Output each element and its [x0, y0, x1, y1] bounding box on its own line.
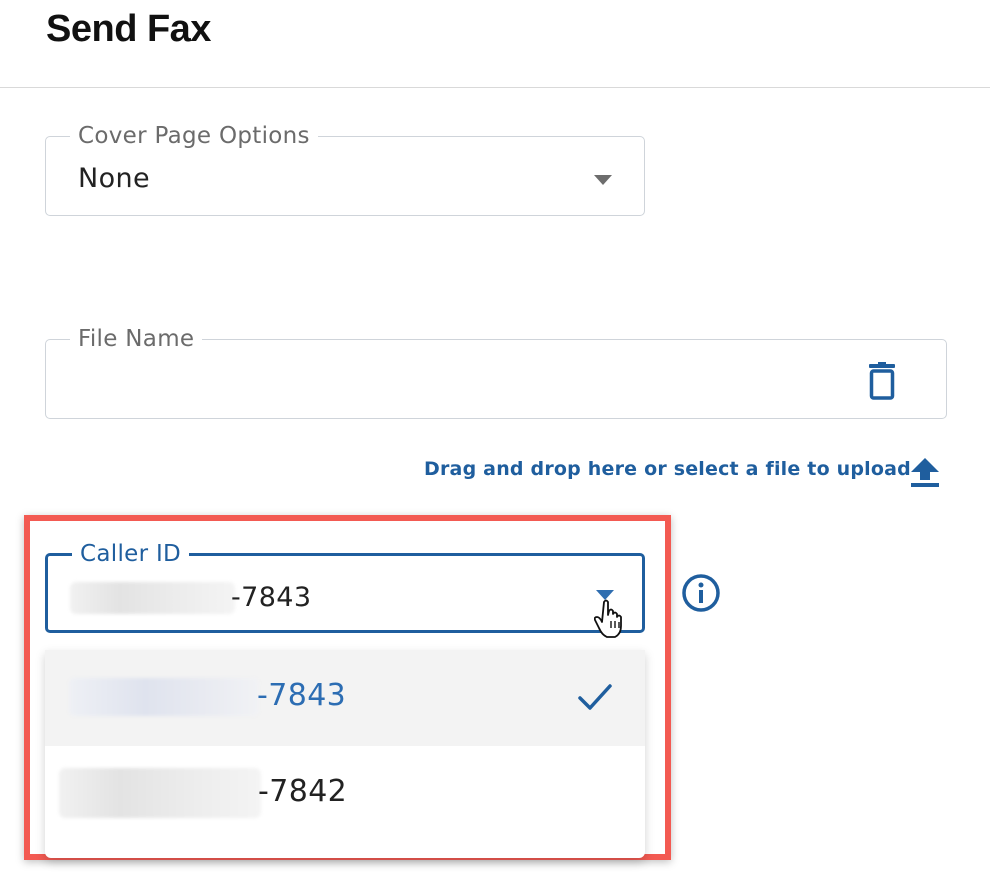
file-name-field[interactable]: File Name — [45, 325, 947, 419]
caller-id-option-selected[interactable]: -7843 — [45, 650, 645, 746]
upload-link[interactable]: Drag and drop here or select a file to u… — [424, 458, 911, 480]
caller-id-value: -7843 — [231, 582, 312, 613]
header-divider — [0, 87, 990, 88]
chevron-down-icon[interactable] — [594, 175, 612, 185]
cover-page-value: None — [78, 163, 151, 194]
caller-id-option[interactable]: -7842 — [45, 746, 645, 842]
redacted-number — [70, 582, 235, 614]
trash-icon[interactable] — [868, 362, 896, 400]
checkmark-icon — [578, 684, 612, 710]
page-title: Send Fax — [46, 8, 211, 50]
caller-id-select[interactable]: Caller ID -7843 — [45, 540, 645, 633]
option-label: -7843 — [257, 678, 347, 713]
info-icon[interactable] — [681, 573, 721, 613]
caller-id-dropdown: -7843 -7842 — [45, 650, 645, 858]
cover-page-label: Cover Page Options — [70, 122, 318, 150]
cover-page-select[interactable]: Cover Page Options None — [45, 122, 645, 216]
upload-icon[interactable] — [909, 456, 941, 488]
redacted-number — [69, 678, 259, 716]
redacted-number — [59, 768, 261, 818]
option-label: -7842 — [258, 774, 348, 809]
file-name-label: File Name — [70, 325, 203, 353]
hand-cursor-icon — [594, 599, 622, 638]
caller-id-label: Caller ID — [72, 540, 190, 568]
